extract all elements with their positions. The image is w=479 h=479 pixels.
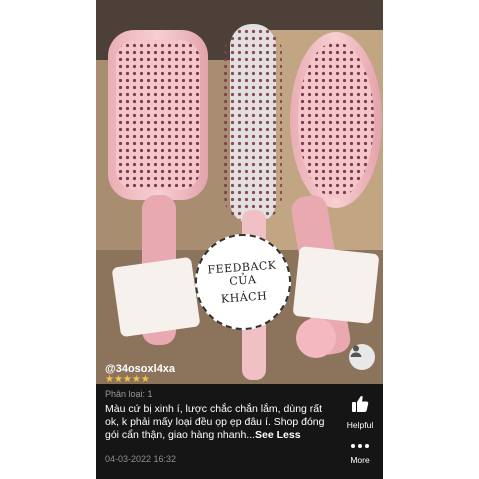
- variant-label: Phân loại: 1: [105, 389, 153, 399]
- review-text-block: Màu cứ bị xinh í, lược chắc chắn lắm, dù…: [105, 403, 335, 442]
- see-less-link[interactable]: See Less: [255, 429, 301, 441]
- badge-line-1: FEEDBACK CỦA: [206, 258, 277, 288]
- more-dots-icon: [351, 444, 369, 448]
- more-label: More: [350, 455, 370, 465]
- badge-line-2: KHÁCH: [220, 288, 268, 306]
- review-info: Phân loại: 1 Màu cứ bị xinh í, lược chắc…: [105, 389, 335, 464]
- profile-button[interactable]: [349, 344, 375, 370]
- review-date: 04-03-2022 16:32: [105, 454, 177, 464]
- review-card: FEEDBACK CỦA KHÁCH @34osoxl4xa ★★★★★ Phâ…: [96, 0, 383, 479]
- thumbs-up-icon: [352, 396, 369, 412]
- helpful-label: Helpful: [346, 420, 374, 430]
- review-photo[interactable]: FEEDBACK CỦA KHÁCH @34osoxl4xa ★★★★★: [96, 0, 383, 384]
- user-icon: [350, 345, 362, 357]
- helpful-button[interactable]: Helpful: [343, 394, 377, 430]
- more-button[interactable]: More: [343, 441, 377, 465]
- star-rating: ★★★★★: [105, 374, 150, 384]
